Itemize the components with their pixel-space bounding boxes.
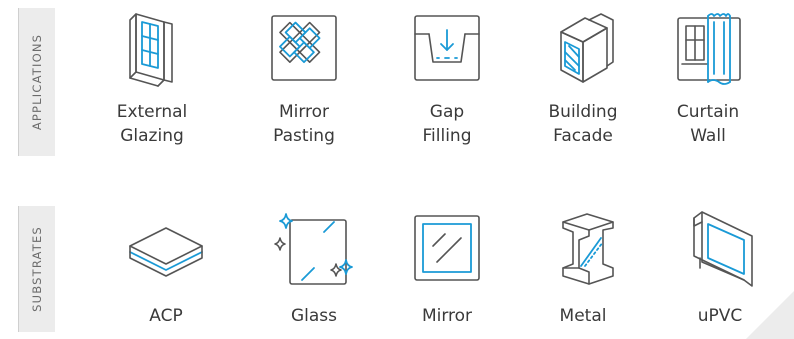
acp-icon (129, 227, 203, 277)
application-label-line2: Glazing (120, 126, 184, 146)
upvc-icon (693, 211, 753, 287)
metal-icon (562, 213, 614, 285)
external-glazing-icon (129, 13, 173, 87)
application-label-line2: Wall (690, 126, 726, 146)
substrate-label: ACP (149, 306, 183, 326)
application-item-curtain-wall: Curtain Wall (643, 8, 773, 148)
gap-filling-icon (414, 15, 480, 81)
application-label-line1: Mirror (278, 102, 330, 122)
substrate-label: Glass (290, 306, 338, 326)
application-label-line2: Pasting (273, 126, 335, 146)
corner-decoration (746, 291, 794, 339)
application-item-mirror-pasting: Mirror Pasting (239, 8, 369, 148)
application-item-external-glazing: External Glazing (87, 8, 217, 148)
substrate-item-mirror: Mirror (382, 208, 512, 328)
application-item-gap-filling: Gap Filling (382, 8, 512, 148)
mirror-icon (414, 215, 480, 281)
substrate-label: Metal (559, 306, 607, 326)
application-label-line1: Building (548, 102, 618, 122)
substrates-label-text: SUBSTRATES (30, 226, 45, 312)
substrate-item-acp: ACP (101, 208, 231, 328)
substrates-section-label: SUBSTRATES (18, 206, 55, 332)
application-label-line1: External (116, 102, 188, 122)
mirror-pasting-icon (271, 15, 337, 81)
substrate-item-metal: Metal (518, 208, 648, 328)
building-facade-icon (560, 13, 614, 83)
substrate-label: Mirror (421, 306, 473, 326)
substrate-item-glass: Glass (249, 208, 379, 328)
applications-label-text: APPLICATIONS (30, 33, 44, 131)
application-label-line1: Gap (429, 102, 465, 122)
application-label-line2: Filling (422, 126, 472, 146)
application-label-line2: Facade (553, 126, 613, 146)
curtain-wall-icon (677, 13, 741, 85)
glass-icon (274, 213, 353, 285)
application-item-building-facade: Building Facade (518, 8, 648, 148)
application-label-line1: Curtain (676, 102, 740, 122)
applications-section-label: APPLICATIONS (18, 8, 55, 156)
